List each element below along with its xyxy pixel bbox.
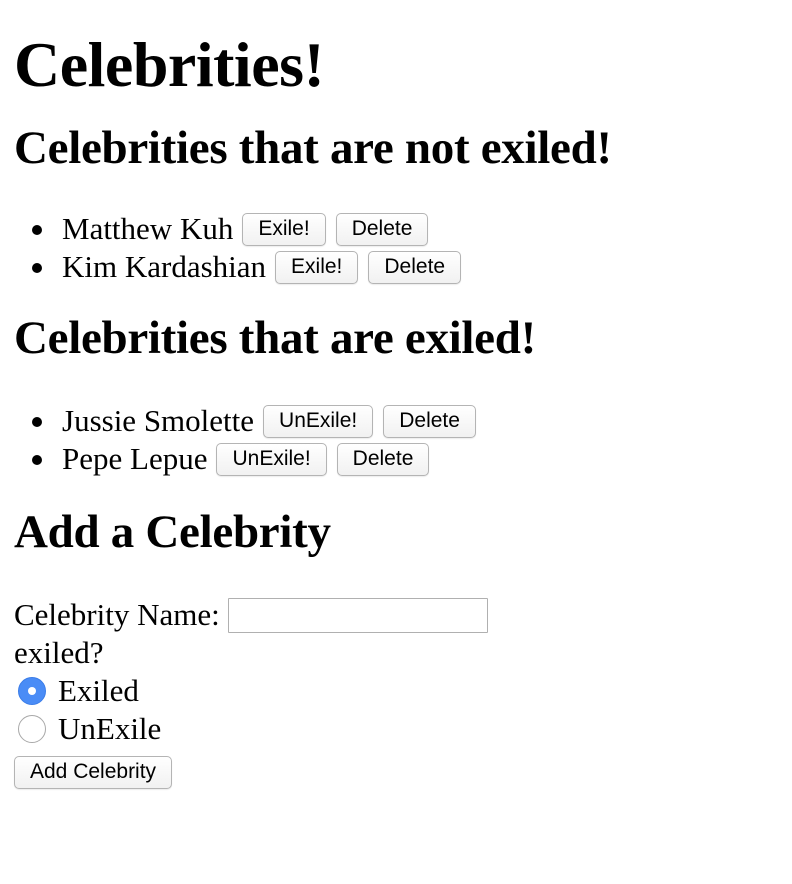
page: Celebrities! Celebrities that are not ex…: [14, 0, 784, 789]
exiled-heading: Celebrities that are exiled!: [14, 312, 536, 364]
bullet-icon: [32, 225, 42, 235]
exiled-list: Jussie Smolette UnExile! Delete Pepe Lep…: [14, 402, 784, 478]
exile-button[interactable]: Exile!: [242, 212, 326, 246]
exiled-label: exiled?: [14, 635, 104, 670]
unexile-radio[interactable]: [18, 715, 46, 743]
list-item: Pepe Lepue UnExile! Delete: [32, 440, 784, 478]
list-item: Kim Kardashian Exile! Delete: [32, 248, 784, 286]
celebrity-name: Matthew Kuh: [62, 211, 234, 246]
list-item: Matthew Kuh Exile! Delete: [32, 210, 784, 248]
unexile-button[interactable]: UnExile!: [263, 404, 374, 438]
name-row: Celebrity Name:: [14, 596, 784, 634]
bullet-icon: [32, 417, 42, 427]
not-exiled-heading: Celebrities that are not exiled!: [14, 122, 612, 174]
add-celebrity-heading: Add a Celebrity: [14, 506, 331, 558]
list-item: Jussie Smolette UnExile! Delete: [32, 402, 784, 440]
delete-button[interactable]: Delete: [383, 404, 476, 438]
add-celebrity-button[interactable]: Add Celebrity: [14, 755, 173, 789]
celebrity-name: Kim Kardashian: [62, 249, 267, 284]
name-label: Celebrity Name:: [14, 597, 220, 632]
bullet-icon: [32, 263, 42, 273]
page-title: Celebrities!: [14, 29, 325, 100]
celebrity-name: Pepe Lepue: [62, 441, 208, 476]
delete-button[interactable]: Delete: [368, 250, 462, 284]
unexile-radio-label: UnExile: [58, 711, 162, 746]
add-celebrity-form: Celebrity Name: exiled? Exiled UnExile A…: [14, 596, 784, 789]
celebrity-name: Jussie Smolette: [62, 403, 255, 438]
celebrity-name-input[interactable]: [227, 597, 488, 633]
bullet-icon: [32, 455, 42, 465]
submit-row: Add Celebrity: [14, 750, 784, 789]
exiled-question-row: exiled?: [14, 634, 784, 672]
not-exiled-list: Matthew Kuh Exile! Delete Kim Kardashian…: [14, 210, 784, 286]
unexile-button[interactable]: UnExile!: [216, 442, 327, 476]
exile-button[interactable]: Exile!: [275, 250, 359, 284]
radio-option-exiled[interactable]: Exiled: [14, 672, 784, 710]
exiled-radio-label: Exiled: [58, 673, 139, 708]
exiled-radio[interactable]: [18, 677, 46, 705]
delete-button[interactable]: Delete: [336, 442, 430, 476]
radio-option-unexile[interactable]: UnExile: [14, 710, 784, 748]
delete-button[interactable]: Delete: [335, 212, 429, 246]
